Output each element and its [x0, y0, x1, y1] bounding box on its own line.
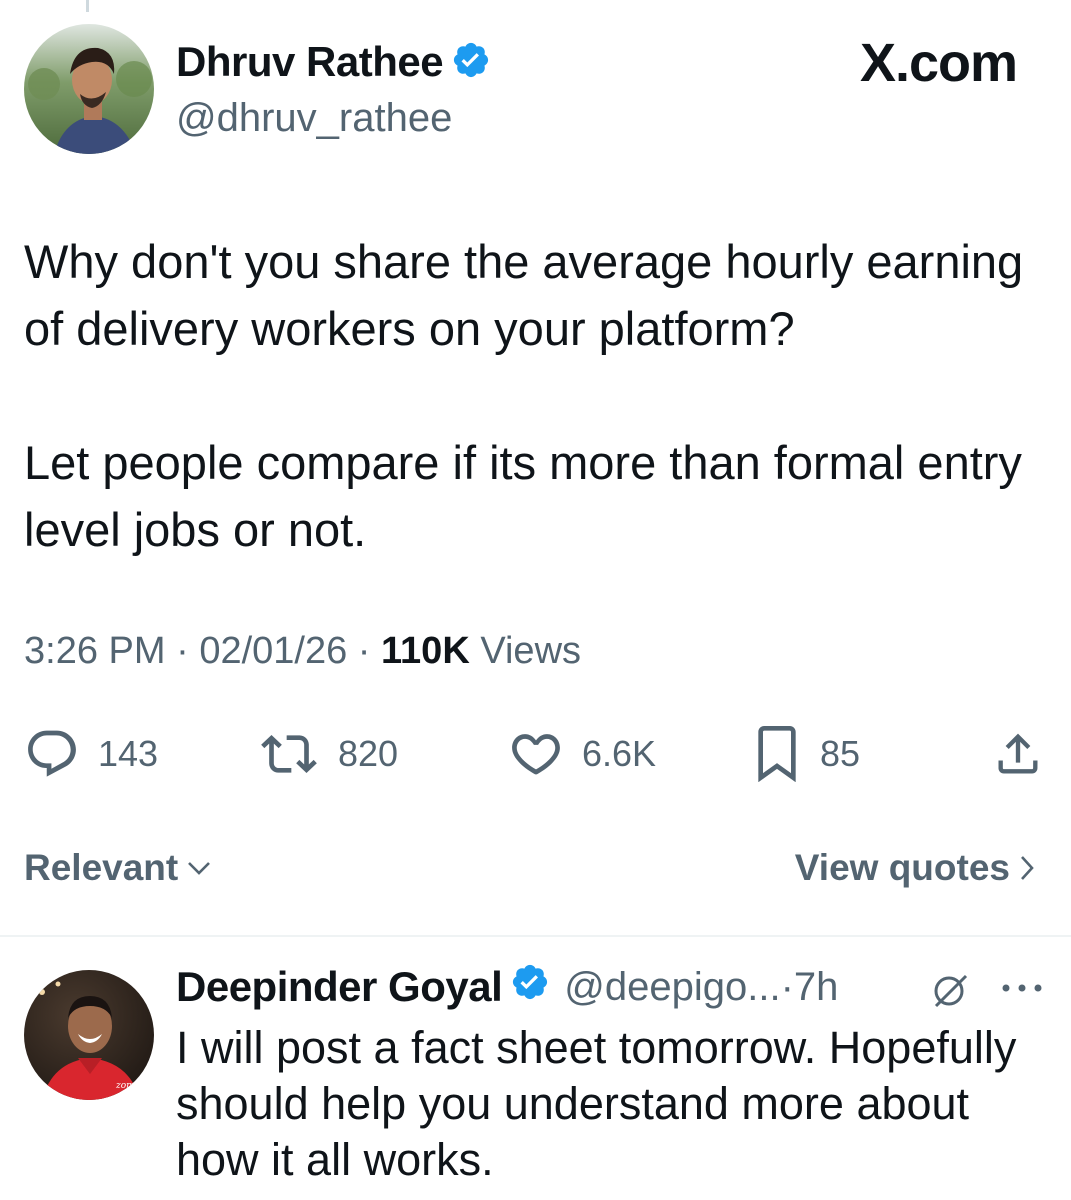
- grok-icon[interactable]: [930, 970, 970, 1015]
- repost-count: 820: [338, 733, 399, 774]
- more-dots-icon[interactable]: [1000, 980, 1044, 1001]
- tweet-actions-bar: 143 820 6.6K 85: [24, 722, 1044, 786]
- verified-badge-icon: [510, 962, 550, 1012]
- replies-sort-row: Relevant View quotes: [24, 840, 1036, 896]
- meta-separator: ·: [780, 964, 794, 1009]
- reply-time[interactable]: 7h: [794, 965, 839, 1010]
- bookmark-count: 85: [820, 733, 861, 774]
- chevron-right-icon: [1021, 856, 1034, 880]
- share-upload-icon: [998, 733, 1038, 774]
- reply-button[interactable]: 143: [24, 722, 158, 786]
- tweet-paragraph: Let people compare if its more than form…: [24, 436, 1022, 556]
- share-button[interactable]: [992, 722, 1044, 786]
- author-display-name[interactable]: Dhruv Rathee: [176, 38, 444, 86]
- author-avatar[interactable]: [24, 24, 154, 154]
- meta-separator: ·: [176, 630, 189, 672]
- bookmark-button[interactable]: 85: [752, 722, 860, 786]
- repost-arrows-icon: [261, 735, 317, 773]
- heart-icon: [512, 734, 560, 775]
- tweet-date[interactable]: 02/01/26: [199, 630, 347, 672]
- verified-badge-icon: [451, 40, 491, 85]
- speech-bubble-icon: [28, 730, 76, 777]
- brand-label: X.com: [859, 33, 1018, 93]
- thread-connector-line: [86, 0, 89, 12]
- author-handle[interactable]: @dhruv_rathee: [176, 96, 452, 141]
- tweet-body: Why don't you share the average hourly e…: [24, 228, 1044, 563]
- like-button[interactable]: 6.6K: [508, 722, 656, 786]
- bookmark-icon: [758, 726, 796, 782]
- repost-button[interactable]: 820: [258, 722, 398, 786]
- reply-body: I will post a fact sheet tomorrow. Hopef…: [176, 1022, 1017, 1185]
- meta-separator: ·: [357, 630, 371, 672]
- tweet-meta: 3:26 PM · 02/01/26 · 110K Views: [24, 630, 581, 673]
- reply-author-handle[interactable]: @deepigo...: [564, 965, 780, 1010]
- brand-watermark: X.com: [859, 32, 1018, 94]
- view-quotes-link[interactable]: View quotes: [795, 847, 1036, 889]
- views-count: 110K: [381, 630, 470, 672]
- view-quotes-label: View quotes: [794, 847, 1010, 888]
- like-count: 6.6K: [582, 733, 657, 774]
- reply-avatar-image: zomato: [24, 970, 154, 1100]
- sort-dropdown[interactable]: Relevant: [24, 847, 212, 889]
- chevron-down-icon: [188, 862, 211, 875]
- author-name-row: Dhruv Rathee: [176, 38, 491, 86]
- author-avatar-image: [24, 24, 154, 154]
- views-label: Views: [480, 630, 582, 672]
- reply-header: Deepinder Goyal @deepigo... · 7h: [176, 962, 838, 1012]
- sort-label: Relevant: [24, 847, 179, 888]
- avatar-shirt-text: zomato: [115, 1081, 150, 1091]
- tweet-time[interactable]: 3:26 PM: [24, 630, 166, 672]
- reply-author-name[interactable]: Deepinder Goyal: [176, 963, 503, 1011]
- tweet-paragraph: Why don't you share the average hourly e…: [24, 235, 1024, 355]
- section-divider: [0, 935, 1071, 937]
- reply-author-avatar[interactable]: zomato: [24, 970, 154, 1100]
- reply-count: 143: [98, 733, 159, 774]
